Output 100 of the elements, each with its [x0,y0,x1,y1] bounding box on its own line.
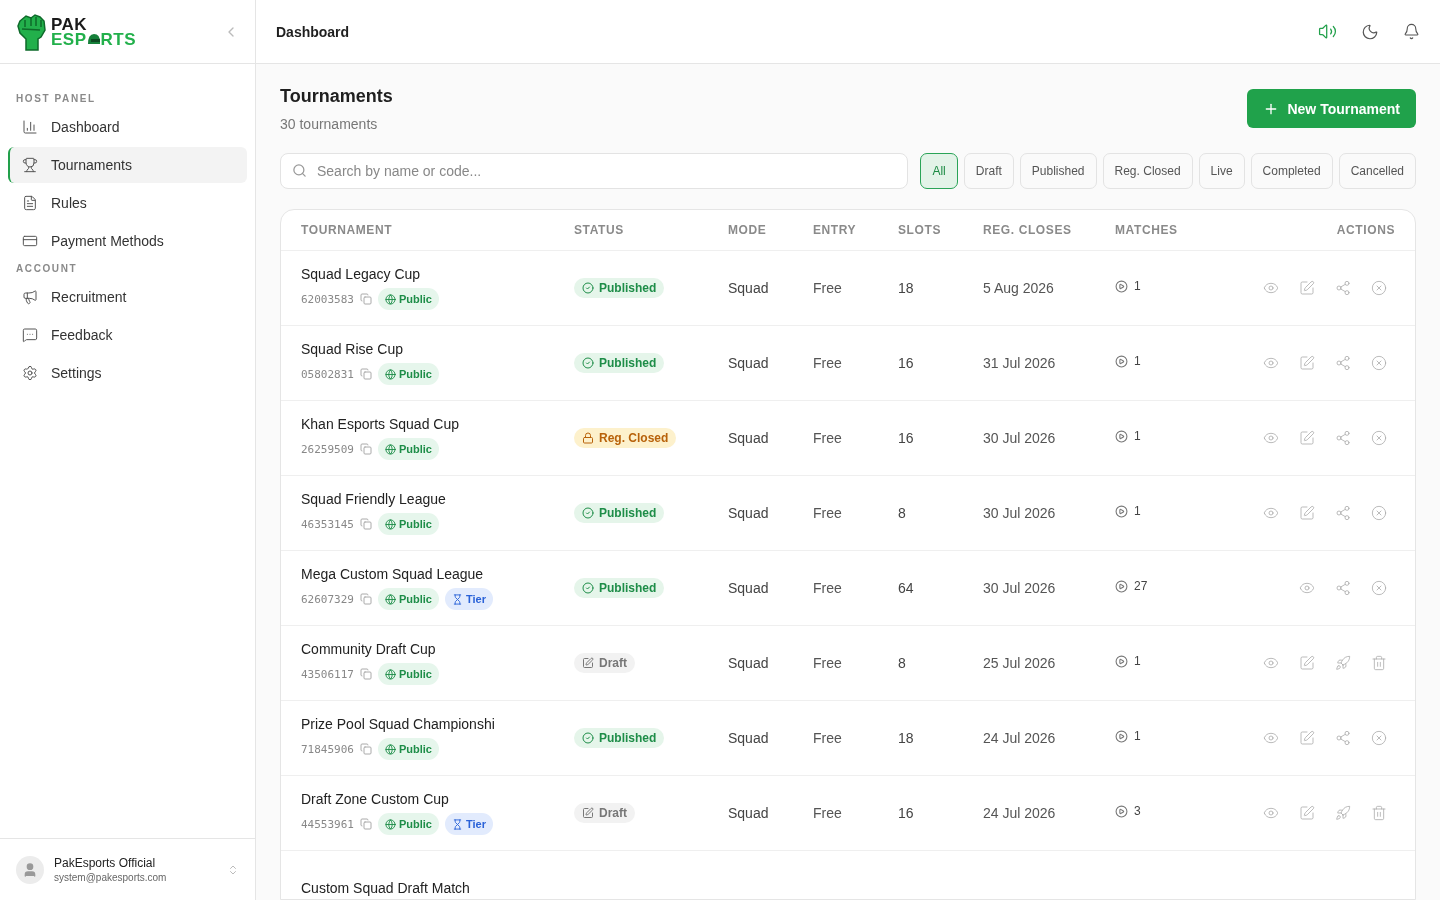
cancel-button[interactable] [1371,580,1387,596]
filter-tab[interactable]: Cancelled [1338,153,1416,189]
status-badge: Draft [574,803,635,823]
status-badge: Reg. Closed [574,428,677,448]
delete-button[interactable] [1371,805,1387,821]
card-icon [22,233,38,249]
tournament-count: 30 tournaments [280,116,379,132]
sidebar-item[interactable]: Payment Methods [8,223,247,259]
view-button[interactable] [1263,355,1279,371]
launch-button[interactable] [1335,805,1351,821]
column-header: TOURNAMENT [301,223,394,237]
edit-button[interactable] [1299,655,1315,671]
copy-icon[interactable] [360,668,372,680]
filter-tab[interactable]: Completed [1250,153,1333,189]
copy-icon[interactable] [360,518,372,530]
edit-button[interactable] [1299,430,1315,446]
copy-icon[interactable] [360,293,372,305]
sidebar-item[interactable]: Recruitment [8,279,247,315]
view-button[interactable] [1263,655,1279,671]
sidebar-item-label: Dashboard [51,119,120,135]
table-cell-text: 31 Jul 2026 [983,355,1057,371]
sidebar-item-label: Settings [51,365,102,381]
share-button[interactable] [1335,730,1351,746]
filter-tab[interactable]: All [920,153,958,189]
edit-button[interactable] [1299,505,1315,521]
table-cell-text: 18 [898,280,915,296]
filter-tab[interactable]: Live [1198,153,1245,189]
tournament-name: Mega Custom Squad League [301,566,485,582]
sidebar-item[interactable]: Tournaments [8,147,247,183]
section-heading: HOST PANEL [15,92,97,106]
chevrons-icon[interactable] [227,863,239,876]
sidebar-item[interactable]: Dashboard [8,109,247,145]
view-button[interactable] [1263,280,1279,296]
tournament-name: Squad Legacy Cup [301,266,422,282]
chat-icon [22,327,38,343]
public-badge: Public [378,663,439,685]
tournament-code: 44553961 [301,817,354,831]
play-icon [1115,354,1128,368]
delete-button[interactable] [1371,655,1387,671]
public-badge: Public [378,738,439,760]
status-badge: Published [574,353,665,373]
table-cell-text: Squad [728,280,770,296]
copy-icon[interactable] [360,743,372,755]
speaker-icon[interactable] [1318,22,1337,41]
share-button[interactable] [1335,280,1351,296]
filter-tab[interactable]: Published [1019,153,1097,189]
table-cell-text: Free [813,430,843,446]
cancel-button[interactable] [1371,730,1387,746]
logo-text: ESP [51,31,87,47]
tier-badge: Tier [445,588,493,610]
filter-tab[interactable]: Draft [963,153,1014,189]
bell-icon[interactable] [1403,23,1420,40]
share-button[interactable] [1335,430,1351,446]
copy-icon[interactable] [360,368,372,380]
filter-tab[interactable]: Reg. Closed [1102,153,1193,189]
view-button[interactable] [1263,730,1279,746]
copy-icon[interactable] [360,818,372,830]
share-button[interactable] [1335,505,1351,521]
table-cell-text: 30 Jul 2026 [983,505,1057,521]
public-badge: Public [378,813,439,835]
table-cell-text: 8 [898,655,907,671]
tournament-name: Custom Squad Draft Match [301,880,471,896]
match-count: 1 [1134,279,1141,293]
cancel-button[interactable] [1371,355,1387,371]
tournament-name: Khan Esports Squad Cup [301,416,460,432]
view-button[interactable] [1299,580,1315,596]
table-cell-text: Squad [728,505,770,521]
search-field[interactable]: Search by name or code... [280,153,909,189]
match-count: 3 [1134,804,1141,818]
copy-icon[interactable] [360,443,372,455]
cancel-button[interactable] [1371,430,1387,446]
tournament-name: Squad Friendly League [301,491,447,507]
tournament-code: 05802831 [301,367,354,381]
moon-icon[interactable] [1361,22,1379,41]
match-count: 27 [1134,579,1148,593]
edit-button[interactable] [1299,280,1315,296]
sidebar-item[interactable]: Settings [8,355,247,391]
sidebar-item[interactable]: Rules [8,185,247,221]
cancel-button[interactable] [1371,280,1387,296]
sidebar-item-label: Rules [51,195,87,211]
share-button[interactable] [1335,580,1351,596]
edit-button[interactable] [1299,805,1315,821]
sidebar-item[interactable]: Feedback [8,317,247,353]
table-cell-text: 30 Jul 2026 [983,430,1057,446]
view-button[interactable] [1263,505,1279,521]
table-cell-text: Squad [728,655,770,671]
table-cell-text: Squad [728,730,770,746]
cancel-button[interactable] [1371,505,1387,521]
avatar [16,855,44,884]
view-button[interactable] [1263,430,1279,446]
edit-button[interactable] [1299,730,1315,746]
tournament-code: 62003583 [301,292,354,306]
copy-icon[interactable] [360,593,372,605]
view-button[interactable] [1263,805,1279,821]
section-heading: ACCOUNT [15,262,79,276]
launch-button[interactable] [1335,655,1351,671]
share-button[interactable] [1335,355,1351,371]
edit-button[interactable] [1299,355,1315,371]
tournament-code: 26259509 [301,442,354,456]
settings-icon [22,365,38,381]
